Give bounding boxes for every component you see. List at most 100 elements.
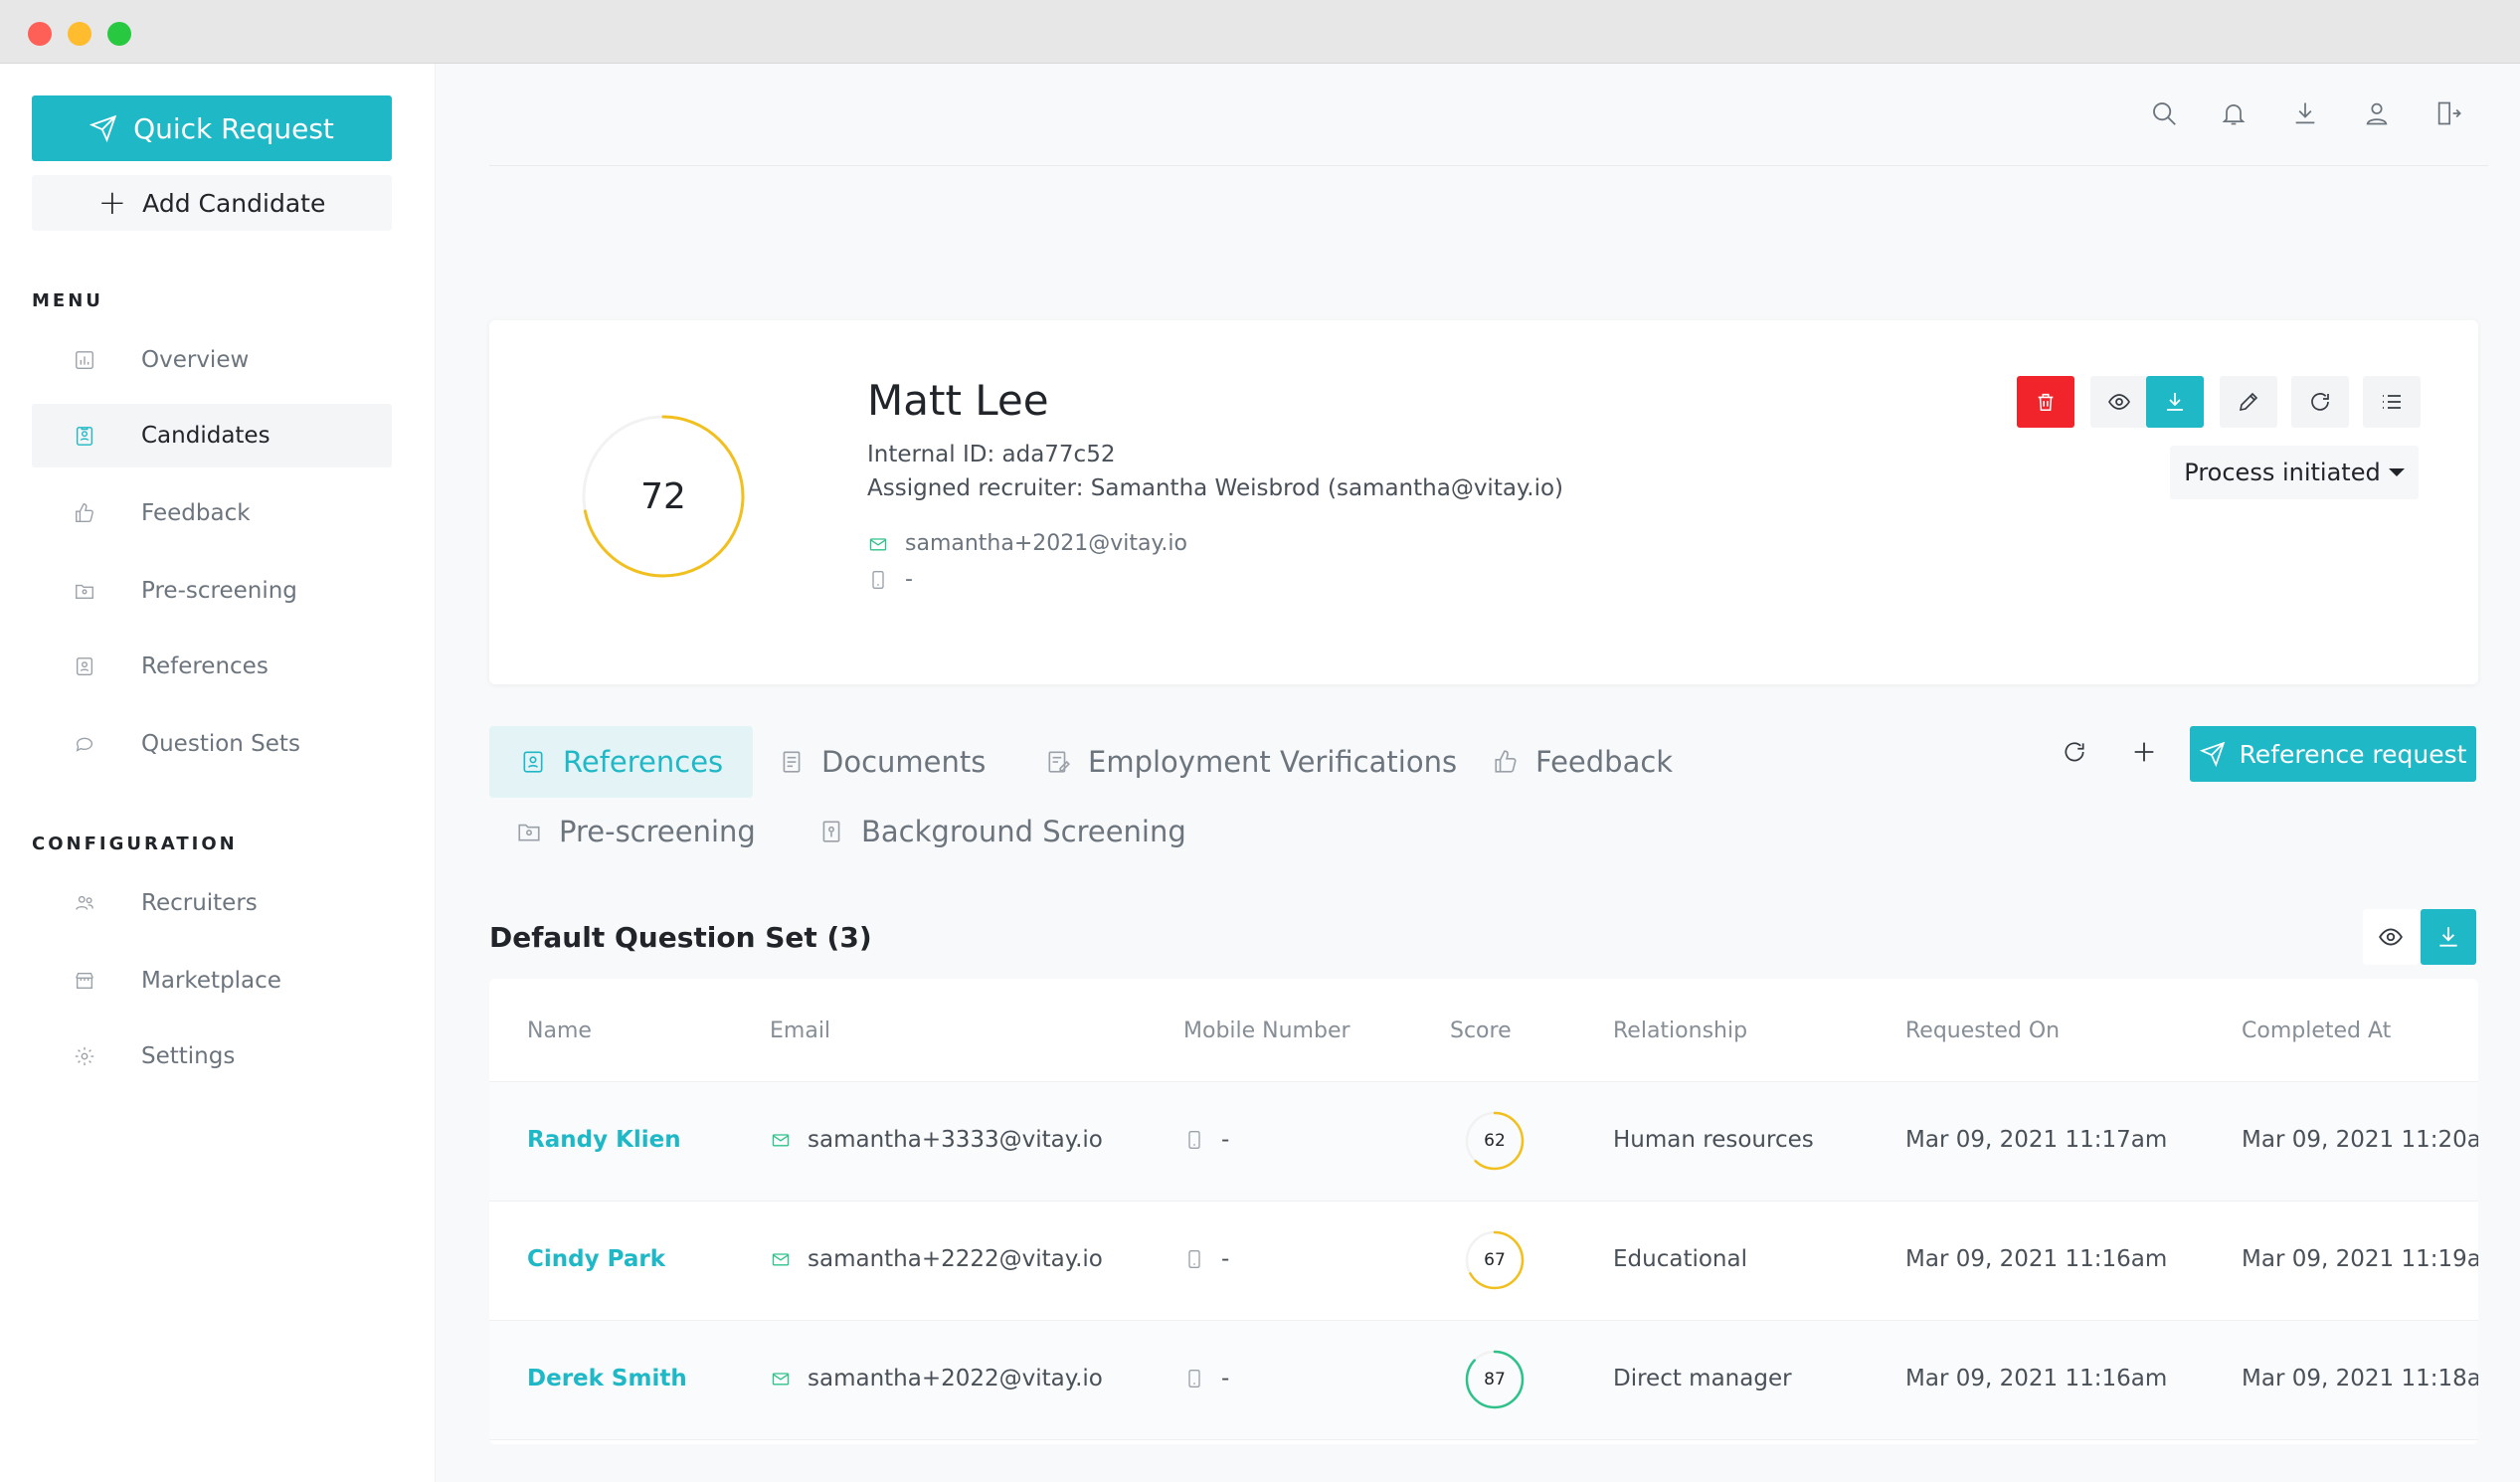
reference-score-ring: 87: [1464, 1349, 1526, 1410]
tab-label: Documents: [821, 745, 987, 779]
question-set-download-button[interactable]: [2421, 909, 2476, 965]
download-button[interactable]: [2146, 376, 2204, 428]
list-button[interactable]: [2363, 376, 2421, 428]
reference-name-link[interactable]: Derek Smith: [527, 1366, 687, 1391]
reference-mobile: -: [1183, 1246, 1229, 1272]
search-icon[interactable]: [2146, 95, 2182, 131]
maximize-window-button[interactable]: [107, 22, 131, 46]
status-dropdown[interactable]: Process initiated: [2170, 446, 2419, 499]
eye-icon: [2379, 928, 2403, 946]
store-icon: [72, 968, 97, 994]
reference-email: samantha+2022@vitay.io: [770, 1366, 1103, 1391]
sidebar-item-references[interactable]: References: [32, 635, 392, 698]
view-button[interactable]: [2090, 376, 2148, 428]
contact-icon: [519, 748, 547, 776]
sidebar-item-label: Candidates: [141, 423, 270, 449]
sidebar-item-label: Overview: [141, 347, 250, 373]
sidebar-item-label: Pre-screening: [141, 578, 297, 604]
refresh-icon: [2311, 393, 2329, 411]
sidebar-item-recruiters[interactable]: Recruiters: [32, 871, 392, 935]
envelope-icon: [867, 533, 889, 555]
sidebar-item-settings[interactable]: Settings: [32, 1024, 392, 1088]
chart-icon: [72, 347, 97, 373]
question-set-view-button[interactable]: [2363, 909, 2419, 965]
envelope-icon: [770, 1368, 792, 1389]
column-header-score[interactable]: Score: [1450, 1019, 1512, 1043]
folder-icon: [72, 578, 97, 604]
reference-score-value: 87: [1484, 1370, 1506, 1389]
phone-icon: [1183, 1248, 1205, 1270]
reference-relationship: Educational: [1613, 1246, 1747, 1272]
list-icon: [2383, 395, 2401, 409]
sidebar-item-overview[interactable]: Overview: [32, 328, 392, 392]
candidate-score-ring: 72: [579, 412, 748, 581]
sidebar-item-label: Feedback: [141, 500, 251, 526]
tab-pre-screening[interactable]: Pre-screening: [515, 796, 756, 867]
tab-references[interactable]: References: [489, 726, 754, 798]
plus-icon: [2134, 742, 2154, 762]
reference-request-button[interactable]: Reference request: [2190, 726, 2476, 782]
candidate-score-value: 72: [640, 475, 686, 517]
reference-email: samantha+2222@vitay.io: [770, 1246, 1103, 1272]
status-dropdown-value: Process initiated: [2184, 459, 2381, 486]
table-header: Name Email Mobile Number Score Relations…: [489, 979, 2478, 1082]
tab-feedback[interactable]: Feedback: [1492, 726, 1673, 798]
reference-name-link[interactable]: Randy Klien: [527, 1127, 681, 1153]
table-row: Cindy Park samantha+2222@vitay.io - 67 E…: [489, 1202, 2478, 1321]
table-row: Derek Smith samantha+2022@vitay.io - 87 …: [489, 1321, 2478, 1440]
sidebar-item-candidates[interactable]: Candidates: [32, 404, 392, 467]
refresh-references-button[interactable]: [2057, 734, 2092, 770]
column-header-name[interactable]: Name: [527, 1019, 592, 1043]
reference-relationship: Human resources: [1613, 1127, 1814, 1153]
sidebar-item-marketplace[interactable]: Marketplace: [32, 949, 392, 1013]
reference-completed-at: Mar 09, 2021 11:18am: [2242, 1366, 2478, 1391]
contact-icon: [72, 653, 97, 679]
tab-label: Background Screening: [861, 815, 1186, 848]
reference-email-text: samantha+2222@vitay.io: [808, 1246, 1103, 1272]
tab-documents[interactable]: Documents: [778, 726, 986, 798]
reference-completed-at: Mar 09, 2021 11:20am: [2242, 1127, 2478, 1153]
sidebar-item-feedback[interactable]: Feedback: [32, 481, 392, 545]
reference-score-value: 67: [1484, 1250, 1506, 1270]
column-header-mobile[interactable]: Mobile Number: [1183, 1019, 1350, 1043]
close-window-button[interactable]: [28, 22, 52, 46]
column-header-requested-on[interactable]: Requested On: [1905, 1019, 2060, 1043]
minimize-window-button[interactable]: [68, 22, 91, 46]
user-icon[interactable]: [2359, 95, 2395, 131]
thumbs-up-icon: [1492, 748, 1520, 776]
column-header-relationship[interactable]: Relationship: [1613, 1019, 1747, 1043]
delete-button[interactable]: [2017, 376, 2074, 428]
add-candidate-button[interactable]: + Add Candidate: [32, 175, 392, 231]
sidebar-item-pre-screening[interactable]: Pre-screening: [32, 559, 392, 623]
sidebar-item-question-sets[interactable]: Question Sets: [32, 712, 392, 776]
plus-icon: +: [97, 183, 127, 223]
app-window: Quick Request + Add Candidate MENU Overv…: [0, 0, 2520, 1482]
download-icon[interactable]: [2287, 95, 2323, 131]
column-header-completed-at[interactable]: Completed At: [2242, 1019, 2391, 1043]
candidate-phone: -: [867, 567, 913, 592]
tab-employment-verifications[interactable]: Employment Verifications: [1044, 726, 1457, 798]
candidate-email: samantha+2021@vitay.io: [867, 531, 1187, 556]
download-icon: [2167, 393, 2183, 411]
add-reference-button[interactable]: [2126, 734, 2162, 770]
reference-completed-at: Mar 09, 2021 11:19am: [2242, 1246, 2478, 1272]
tab-background-screening[interactable]: Background Screening: [817, 796, 1186, 867]
edit-button[interactable]: [2220, 376, 2277, 428]
refresh-button[interactable]: [2291, 376, 2349, 428]
bell-icon[interactable]: [2216, 95, 2251, 131]
reference-name-link[interactable]: Cindy Park: [527, 1246, 665, 1272]
quick-request-button[interactable]: Quick Request: [32, 95, 392, 161]
users-icon: [72, 890, 97, 916]
logout-icon[interactable]: [2430, 95, 2466, 131]
column-header-email[interactable]: Email: [770, 1019, 830, 1043]
badge-icon: [72, 423, 97, 449]
phone-icon: [1183, 1129, 1205, 1151]
gear-icon: [72, 1043, 97, 1069]
reference-mobile: -: [1183, 1366, 1229, 1391]
reference-email-text: samantha+2022@vitay.io: [808, 1366, 1103, 1391]
reference-mobile: -: [1183, 1127, 1229, 1153]
edit-doc-icon: [1044, 748, 1072, 776]
tab-label: References: [563, 745, 724, 779]
thumbs-up-icon: [72, 500, 97, 526]
topbar-divider: [489, 165, 2488, 166]
